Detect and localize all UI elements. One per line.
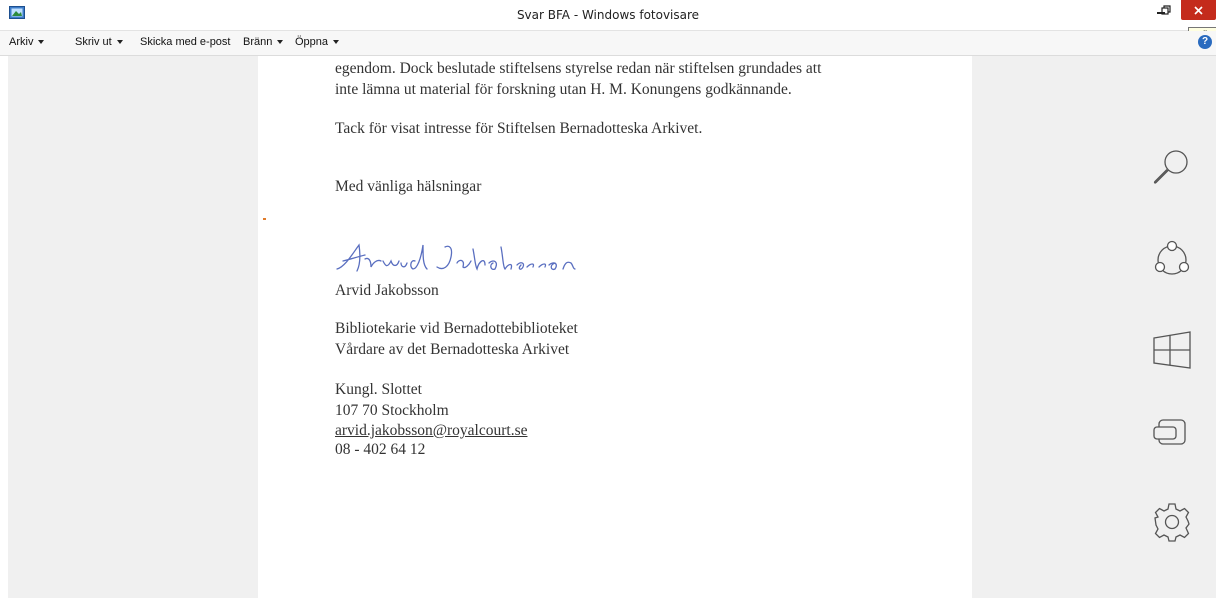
chevron-down-icon	[333, 40, 340, 44]
body-line: Tack för visat intresse för Stiftelsen B…	[335, 120, 703, 137]
menu-bar: Arkiv Skriv ut Skicka med e-post Bränn Ö…	[0, 31, 1216, 56]
menu-arkiv[interactable]: Arkiv	[9, 36, 45, 48]
rotate-icon[interactable]	[1150, 238, 1194, 282]
chevron-down-icon	[38, 40, 45, 44]
handwritten-signature	[336, 243, 576, 272]
menu-label: Skicka med e-post	[140, 36, 231, 48]
email-link: arvid.jakobsson@royalcourt.se	[335, 422, 528, 439]
restore-button[interactable]	[1155, 0, 1177, 20]
menu-skriv-ut[interactable]: Skriv ut	[75, 36, 123, 48]
magnifier-icon[interactable]	[1150, 144, 1194, 188]
title-bar: Svar BFA - Windows fotovisare	[0, 0, 1216, 31]
signer-title: Vårdare av det Bernadotteska Arkivet	[335, 341, 570, 358]
scan-speck	[263, 218, 266, 220]
closing-line: Med vänliga hälsningar	[335, 178, 482, 195]
menu-label: Arkiv	[9, 36, 34, 48]
menu-label: Skriv ut	[75, 36, 112, 48]
window-title: Svar BFA - Windows fotovisare	[516, 8, 700, 22]
chevron-down-icon	[277, 40, 284, 44]
address-line: 107 70 Stockholm	[335, 402, 449, 419]
devices-icon[interactable]	[1150, 410, 1194, 454]
restore-icon	[1161, 5, 1171, 15]
menu-oppna[interactable]: Öppna	[295, 36, 340, 48]
windows-logo-icon[interactable]	[1150, 328, 1194, 372]
document-image: egendom. Dock beslutade stiftelsens styr…	[258, 56, 972, 598]
left-edge	[0, 56, 8, 598]
menu-label: Bränn	[243, 36, 273, 48]
body-line: egendom. Dock beslutade stiftelsens styr…	[335, 60, 822, 77]
menu-skicka-med-e-post[interactable]: Skicka med e-post	[140, 36, 230, 48]
signer-title: Bibliotekarie vid Bernadottebiblioteket	[335, 320, 578, 337]
menu-brann[interactable]: Bränn	[243, 36, 284, 48]
help-icon[interactable]: ?	[1198, 35, 1212, 49]
menu-label: Öppna	[295, 36, 329, 48]
body-line: inte lämna ut material för forskning uta…	[335, 81, 792, 98]
phone-number: 08 - 402 64 12	[335, 441, 426, 458]
settings-gear-icon[interactable]	[1150, 499, 1194, 543]
close-icon	[1194, 5, 1203, 15]
close-button[interactable]	[1181, 0, 1216, 20]
signer-name: Arvid Jakobsson	[335, 282, 439, 299]
chevron-down-icon	[116, 40, 123, 44]
address-line: Kungl. Slottet	[335, 381, 422, 398]
